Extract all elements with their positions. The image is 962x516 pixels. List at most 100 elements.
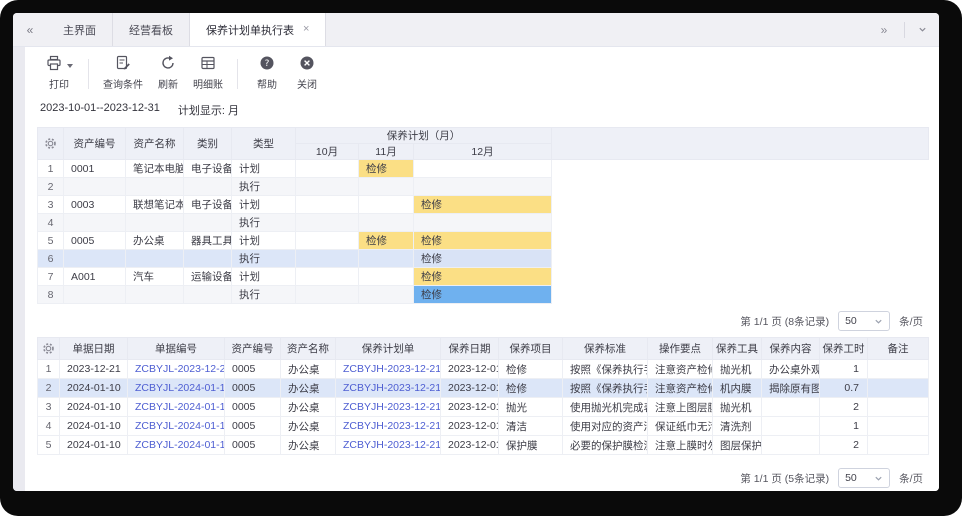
table-row[interactable]: 52024-01-10ZCBYJL-2024-01-10-000010005办公…	[38, 436, 929, 455]
tab-bar: « 主界面经营看板保养计划单执行表× »	[13, 13, 939, 47]
plan-month-cell[interactable]	[414, 178, 552, 196]
document-link[interactable]: ZCBYJL-2024-01-10-00001	[128, 379, 225, 398]
printer-button[interactable]: 打印	[39, 57, 79, 91]
cell: 检修	[499, 360, 563, 379]
page-size-select[interactable]: 50	[838, 311, 890, 331]
cell: 必要的保护膜检测	[563, 436, 648, 455]
plan-month-cell[interactable]	[296, 286, 359, 304]
page-size-select[interactable]: 50	[838, 468, 890, 488]
query-button[interactable]: 查询条件	[98, 57, 148, 91]
plan-month-cell[interactable]: 检修	[414, 286, 552, 304]
table-row[interactable]: 2执行	[38, 178, 929, 196]
document-link[interactable]: ZCBYJL-2024-01-10-00001	[128, 417, 225, 436]
plan-month-cell[interactable]	[296, 232, 359, 250]
column-header[interactable]: 资产名称	[281, 338, 336, 360]
document-link[interactable]: ZCBYJL-2023-12-21-00002	[128, 360, 225, 379]
document-link[interactable]: ZCBYJL-2024-01-10-00001	[128, 398, 225, 417]
plan-month-cell[interactable]	[359, 196, 414, 214]
toolbar-item-label: 关闭	[297, 76, 317, 91]
cell: 注意资产检修...	[648, 379, 713, 398]
row-filler	[552, 160, 929, 178]
plan-month-cell[interactable]	[359, 286, 414, 304]
plan-month-cell[interactable]	[296, 196, 359, 214]
plan-month-cell[interactable]: 检修	[414, 196, 552, 214]
cell	[126, 214, 184, 232]
document-link[interactable]: ZCBYJH-2023-12-21-00003	[336, 398, 441, 417]
table-row[interactable]: 8执行检修	[38, 286, 929, 304]
table-row[interactable]: 12023-12-21ZCBYJL-2023-12-21-000020005办公…	[38, 360, 929, 379]
tab-1[interactable]: 主界面	[47, 13, 113, 46]
date-range-label: 2023-10-01--2023-12-31	[40, 102, 160, 118]
column-header[interactable]: 保养项目	[499, 338, 563, 360]
document-link[interactable]: ZCBYJH-2023-12-21-00003	[336, 417, 441, 436]
table-row[interactable]: 4执行	[38, 214, 929, 232]
table-row[interactable]: 22024-01-10ZCBYJL-2024-01-10-000010005办公…	[38, 379, 929, 398]
column-header[interactable]: 保养日期	[441, 338, 499, 360]
table-row[interactable]: 42024-01-10ZCBYJL-2024-01-10-000010005办公…	[38, 417, 929, 436]
plan-month-cell[interactable]	[296, 178, 359, 196]
month-column-header[interactable]: 10月	[296, 144, 359, 160]
tabs-collapse-icon[interactable]: «	[13, 13, 47, 46]
toolbar-item-label: 帮助	[257, 76, 277, 91]
plan-month-cell[interactable]	[296, 160, 359, 178]
document-link[interactable]: ZCBYJH-2023-12-21-00003	[336, 360, 441, 379]
column-header[interactable]: 资产编号	[64, 128, 126, 160]
column-header[interactable]: 保养内容	[762, 338, 820, 360]
plan-month-cell[interactable]: 检修	[414, 250, 552, 268]
plan-month-cell[interactable]	[296, 250, 359, 268]
plan-month-cell[interactable]: 检修	[414, 232, 552, 250]
plan-month-cell[interactable]	[414, 160, 552, 178]
column-header[interactable]: 保养工具	[713, 338, 762, 360]
plan-month-cell[interactable]	[296, 268, 359, 286]
plan-month-cell[interactable]	[359, 250, 414, 268]
ledger-button[interactable]: 明细账	[188, 57, 228, 91]
cell: 执行	[232, 286, 296, 304]
column-header[interactable]: 保养标准	[563, 338, 648, 360]
plan-month-cell[interactable]	[414, 214, 552, 232]
column-header[interactable]: 保养工时	[820, 338, 868, 360]
column-header[interactable]: 单据编号	[128, 338, 225, 360]
tab-close-icon[interactable]: ×	[303, 24, 309, 35]
plan-month-cell[interactable]: 检修	[359, 160, 414, 178]
table-row[interactable]: 10001笔记本电脑电子设备计划检修	[38, 160, 929, 178]
column-header[interactable]: 操作要点	[648, 338, 713, 360]
table-row[interactable]: 50005办公桌器具工具计划检修检修	[38, 232, 929, 250]
document-link[interactable]: ZCBYJL-2024-01-10-00001	[128, 436, 225, 455]
left-rail	[13, 47, 25, 491]
tab-2[interactable]: 经营看板	[113, 13, 190, 46]
cell: 抛光	[499, 398, 563, 417]
column-header[interactable]: 资产名称	[126, 128, 184, 160]
tabs-overflow-icon[interactable]: »	[864, 23, 904, 37]
tab-3[interactable]: 保养计划单执行表×	[190, 13, 326, 46]
month-column-header[interactable]: 11月	[359, 144, 414, 160]
cell	[126, 250, 184, 268]
column-header[interactable]: 单据日期	[60, 338, 128, 360]
column-header[interactable]: 保养计划单	[336, 338, 441, 360]
plan-month-cell[interactable]	[359, 178, 414, 196]
month-column-header[interactable]: 12月	[414, 144, 552, 160]
gear-icon[interactable]	[38, 137, 63, 150]
plan-month-cell[interactable]	[359, 214, 414, 232]
close-circle-button[interactable]: 关闭	[287, 57, 327, 91]
table-row[interactable]: 30003联想笔记本电子设备计划检修	[38, 196, 929, 214]
table-row[interactable]: 6执行检修	[38, 250, 929, 268]
document-link[interactable]: ZCBYJH-2023-12-21-00003	[336, 436, 441, 455]
refresh-button[interactable]: 刷新	[148, 57, 188, 91]
plan-month-cell[interactable]: 检修	[414, 268, 552, 286]
column-header[interactable]: 资产编号	[225, 338, 281, 360]
gear-icon[interactable]	[38, 342, 59, 355]
column-header[interactable]: 类型	[232, 128, 296, 160]
help-button[interactable]: ?帮助	[247, 57, 287, 91]
column-header[interactable]: 类别	[184, 128, 232, 160]
table-row[interactable]: 32024-01-10ZCBYJL-2024-01-10-000010005办公…	[38, 398, 929, 417]
document-link[interactable]: ZCBYJH-2023-12-21-00003	[336, 379, 441, 398]
plan-month-cell[interactable]	[296, 214, 359, 232]
cell	[762, 436, 820, 455]
plan-month-cell[interactable]: 检修	[359, 232, 414, 250]
row-number: 1	[38, 160, 64, 178]
column-header[interactable]: 备注	[868, 338, 929, 360]
tabs-menu-chevron-down-icon[interactable]	[905, 25, 939, 34]
plan-month-cell[interactable]	[359, 268, 414, 286]
dropdown-caret-icon[interactable]	[67, 64, 73, 68]
table-row[interactable]: 7A001汽车运输设备计划检修	[38, 268, 929, 286]
